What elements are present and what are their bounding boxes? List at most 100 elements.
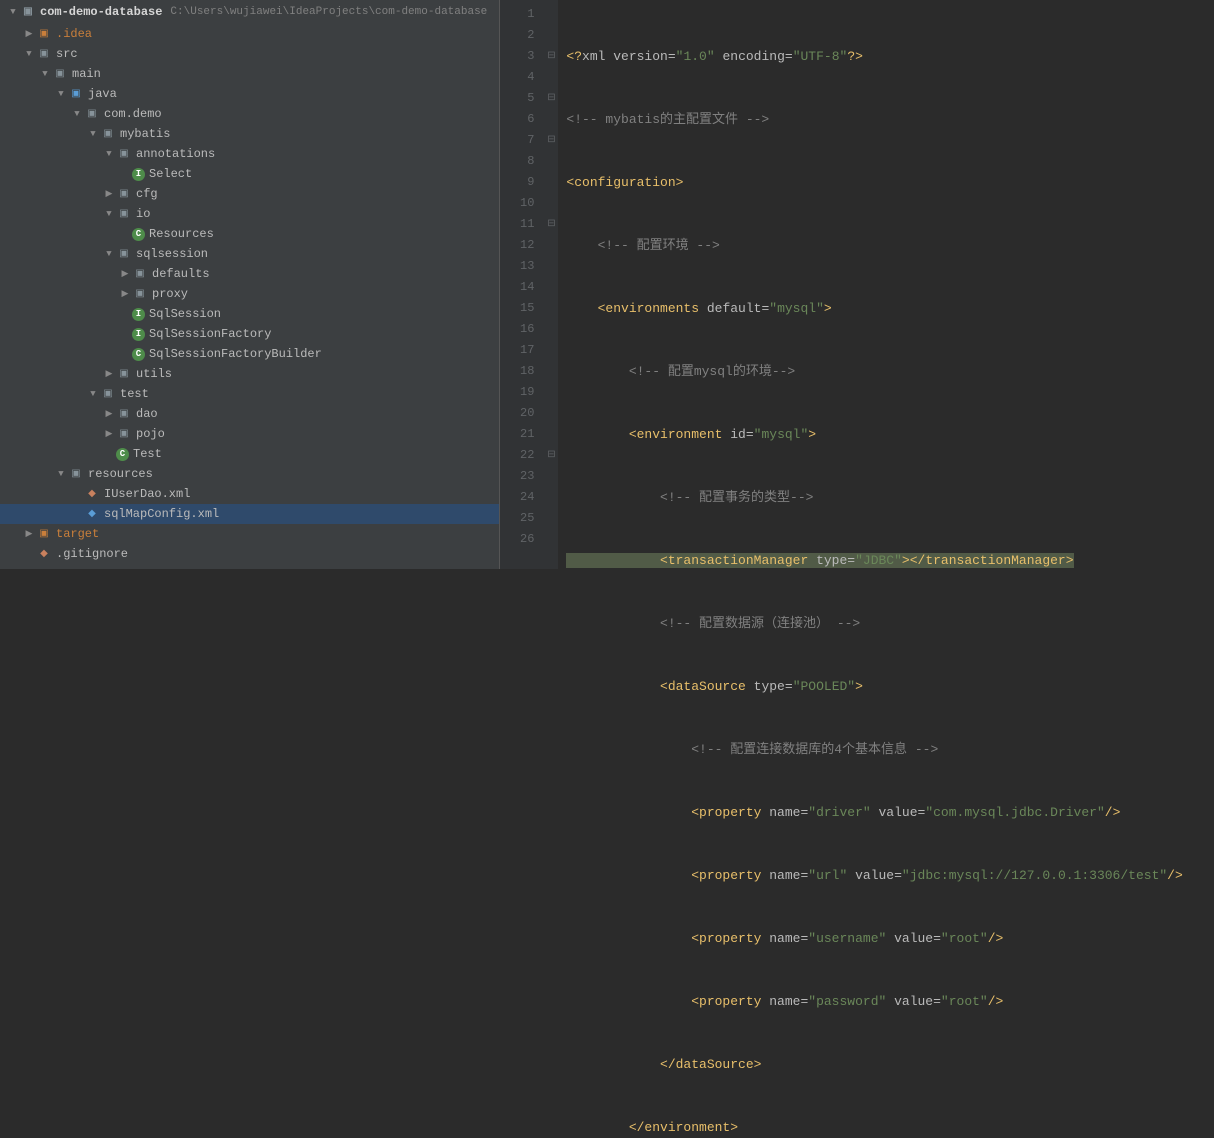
tree-item-label: IUserDao.xml (104, 487, 190, 501)
chevron-icon[interactable] (70, 109, 84, 119)
tree-item-sqlsessionfactorybuilder[interactable]: CSqlSessionFactoryBuilder (0, 344, 499, 364)
chevron-icon[interactable] (118, 289, 132, 299)
tree-item-label: .idea (56, 27, 92, 41)
chevron-icon[interactable] (102, 369, 116, 379)
tree-item-label: sqlMapConfig.xml (104, 507, 219, 521)
chevron-icon[interactable] (54, 469, 68, 479)
tree-item-target[interactable]: ▣target (0, 524, 499, 544)
project-tree-panel[interactable]: ▣ com-demo-database C:\Users\wujiawei\Id… (0, 0, 500, 569)
fold-marker (544, 151, 558, 172)
tree-item-label: test (120, 387, 149, 401)
line-number: 1 (520, 4, 534, 25)
chevron-icon[interactable] (54, 89, 68, 99)
chevron-icon[interactable] (102, 209, 116, 219)
tree-item-defaults[interactable]: ▣defaults (0, 264, 499, 284)
tree-item-cfg[interactable]: ▣cfg (0, 184, 499, 204)
tree-item-select[interactable]: ISelect (0, 164, 499, 184)
fold-column[interactable]: ⊟ ⊟ ⊟ ⊟ ⊟ (544, 0, 558, 569)
fold-marker (544, 4, 558, 25)
tree-item-src[interactable]: ▣src (0, 44, 499, 64)
tree-item-proxy[interactable]: ▣proxy (0, 284, 499, 304)
tree-item-dao[interactable]: ▣dao (0, 404, 499, 424)
chevron-icon[interactable] (22, 529, 36, 539)
tree-item-test[interactable]: CTest (0, 444, 499, 464)
line-number: 11 (520, 214, 534, 235)
line-number: 2 (520, 25, 534, 46)
line-number: 19 (520, 382, 534, 403)
fold-marker (544, 193, 558, 214)
fold-marker[interactable]: ⊟ (544, 88, 558, 109)
fold-marker (544, 508, 558, 529)
fold-marker[interactable]: ⊟ (544, 445, 558, 466)
chevron-icon[interactable] (22, 29, 36, 39)
tree-item-annotations[interactable]: ▣annotations (0, 144, 499, 164)
tree-item-java[interactable]: ▣java (0, 84, 499, 104)
line-number: 3 (520, 46, 534, 67)
tree-item-sqlsessionfactory[interactable]: ISqlSessionFactory (0, 324, 499, 344)
tree-item-label: sqlsession (136, 247, 208, 261)
tree-item-label: src (56, 47, 78, 61)
tree-item-sqlsession[interactable]: ▣sqlsession (0, 244, 499, 264)
fold-marker[interactable]: ⊟ (544, 130, 558, 151)
tree-item-sqlsession[interactable]: ISqlSession (0, 304, 499, 324)
chevron-icon[interactable] (38, 69, 52, 79)
fold-marker (544, 235, 558, 256)
tree-item-label: com.demo (104, 107, 162, 121)
chevron-icon[interactable] (102, 149, 116, 159)
project-root-header[interactable]: ▣ com-demo-database C:\Users\wujiawei\Id… (0, 0, 499, 24)
chevron-icon[interactable] (86, 389, 100, 399)
chevron-icon[interactable] (86, 129, 100, 139)
fold-marker (544, 529, 558, 550)
tree-item-resources[interactable]: CResources (0, 224, 499, 244)
line-number: 18 (520, 361, 534, 382)
chevron-icon[interactable] (102, 249, 116, 259)
code-editor[interactable]: 1234567891011121314151617181920212223242… (500, 0, 1214, 569)
chevron-icon[interactable] (22, 49, 36, 59)
chevron-icon[interactable] (102, 189, 116, 199)
fold-marker (544, 382, 558, 403)
tree-item-label: .gitignore (56, 547, 128, 561)
tree-item-main[interactable]: ▣main (0, 64, 499, 84)
tree-item-resources[interactable]: ▣resources (0, 464, 499, 484)
tree-item-pojo[interactable]: ▣pojo (0, 424, 499, 444)
tree-item-iuserdao-xml[interactable]: ◆IUserDao.xml (0, 484, 499, 504)
line-number: 15 (520, 298, 534, 319)
tree-item-sqlmapconfig-xml[interactable]: ◆sqlMapConfig.xml (0, 504, 499, 524)
tree-item-label: defaults (152, 267, 210, 281)
tree-item--idea[interactable]: ▣.idea (0, 24, 499, 44)
fold-marker (544, 361, 558, 382)
line-number: 17 (520, 340, 534, 361)
tree-item-com-demo[interactable]: ▣com.demo (0, 104, 499, 124)
tree-item-mybatis[interactable]: ▣mybatis (0, 124, 499, 144)
chevron-icon[interactable] (102, 409, 116, 419)
folder-icon: ▣ (20, 4, 36, 20)
tree-item-io[interactable]: ▣io (0, 204, 499, 224)
fold-marker (544, 319, 558, 340)
line-number: 14 (520, 277, 534, 298)
tree-item-test[interactable]: ▣test (0, 384, 499, 404)
code-area[interactable]: <?xml version="1.0" encoding="UTF-8"?> <… (558, 0, 1190, 569)
fold-marker (544, 67, 558, 88)
fold-marker (544, 340, 558, 361)
fold-marker[interactable]: ⊟ (544, 46, 558, 67)
fold-marker (544, 277, 558, 298)
line-gutter: 1234567891011121314151617181920212223242… (500, 0, 544, 569)
tree-item-label: java (88, 87, 117, 101)
tree-item-utils[interactable]: ▣utils (0, 364, 499, 384)
line-number: 10 (520, 193, 534, 214)
fold-marker (544, 109, 558, 130)
chevron-icon[interactable] (118, 269, 132, 279)
fold-marker (544, 403, 558, 424)
line-number: 20 (520, 403, 534, 424)
tree-item--gitignore[interactable]: ◆.gitignore (0, 544, 499, 564)
chevron-icon[interactable] (102, 429, 116, 439)
tree-item-label: target (56, 527, 99, 541)
tree-item-label: io (136, 207, 150, 221)
line-number: 7 (520, 130, 534, 151)
chevron-down-icon[interactable] (6, 7, 20, 17)
fold-marker[interactable]: ⊟ (544, 214, 558, 235)
line-number: 23 (520, 466, 534, 487)
tree-item-label: SqlSessionFactoryBuilder (149, 347, 322, 361)
line-number: 12 (520, 235, 534, 256)
tree-item-label: SqlSessionFactory (149, 327, 271, 341)
